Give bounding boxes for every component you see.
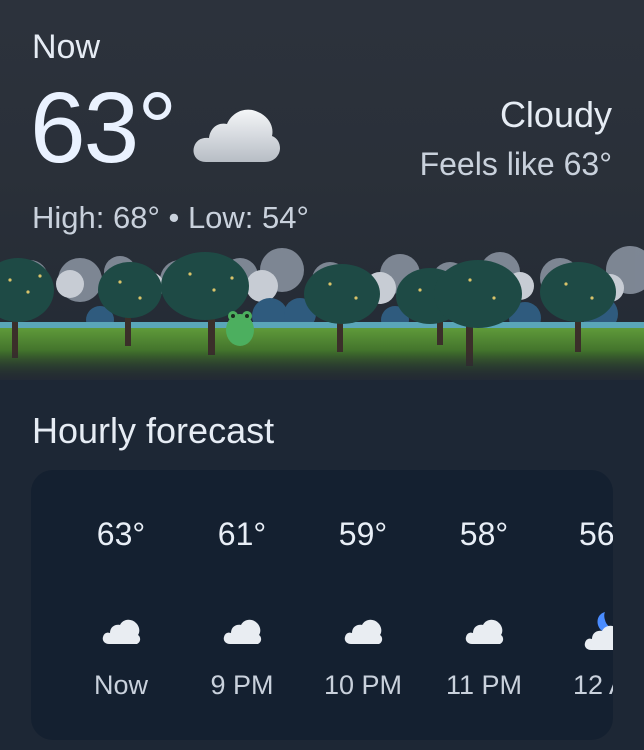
hourly-temp: 61° [217, 516, 267, 552]
hourly-temp: 63° [96, 516, 146, 552]
cloud-icon [344, 619, 383, 644]
high-low-text: High: 68° • Low: 54° [32, 200, 309, 235]
hourly-item: 56 12 A [555, 470, 613, 740]
hourly-item: 63° Now [71, 470, 171, 740]
hourly-item: 59° 10 PM [313, 470, 413, 740]
condition-text: Cloudy [499, 94, 612, 135]
hourly-time: 10 PM [323, 670, 403, 700]
hourly-temp: 59° [338, 516, 388, 552]
hourly-time: 9 PM [210, 670, 274, 700]
hourly-forecast-card[interactable]: 63° Now 61° 9 PM 59° 10 PM 58° 11 PM 56 … [31, 470, 613, 740]
hourly-temp: 58° [459, 516, 509, 552]
frog-mascot [226, 311, 254, 346]
weather-illustration [0, 246, 644, 380]
current-conditions-panel: Now 63° Cloudy Feels like 63° High: 68° … [0, 0, 644, 380]
hourly-time: Now [93, 670, 148, 700]
hourly-temp: 56 [579, 516, 613, 552]
now-label: Now [32, 28, 101, 66]
cloud-icon [102, 619, 141, 644]
cloud-icon [193, 109, 280, 162]
hourly-item: 58° 11 PM [434, 470, 534, 740]
hourly-time: 12 A [573, 670, 613, 700]
cloud-icon [465, 619, 504, 644]
hourly-forecast-title: Hourly forecast [32, 410, 275, 451]
cloudy-night-icon [584, 612, 613, 650]
cloud-icon [223, 619, 262, 644]
hourly-item: 61° 9 PM [192, 470, 292, 740]
current-temperature: 63° [30, 72, 177, 184]
hourly-time: 11 PM [445, 670, 523, 700]
feels-like-text: Feels like 63° [419, 146, 612, 182]
